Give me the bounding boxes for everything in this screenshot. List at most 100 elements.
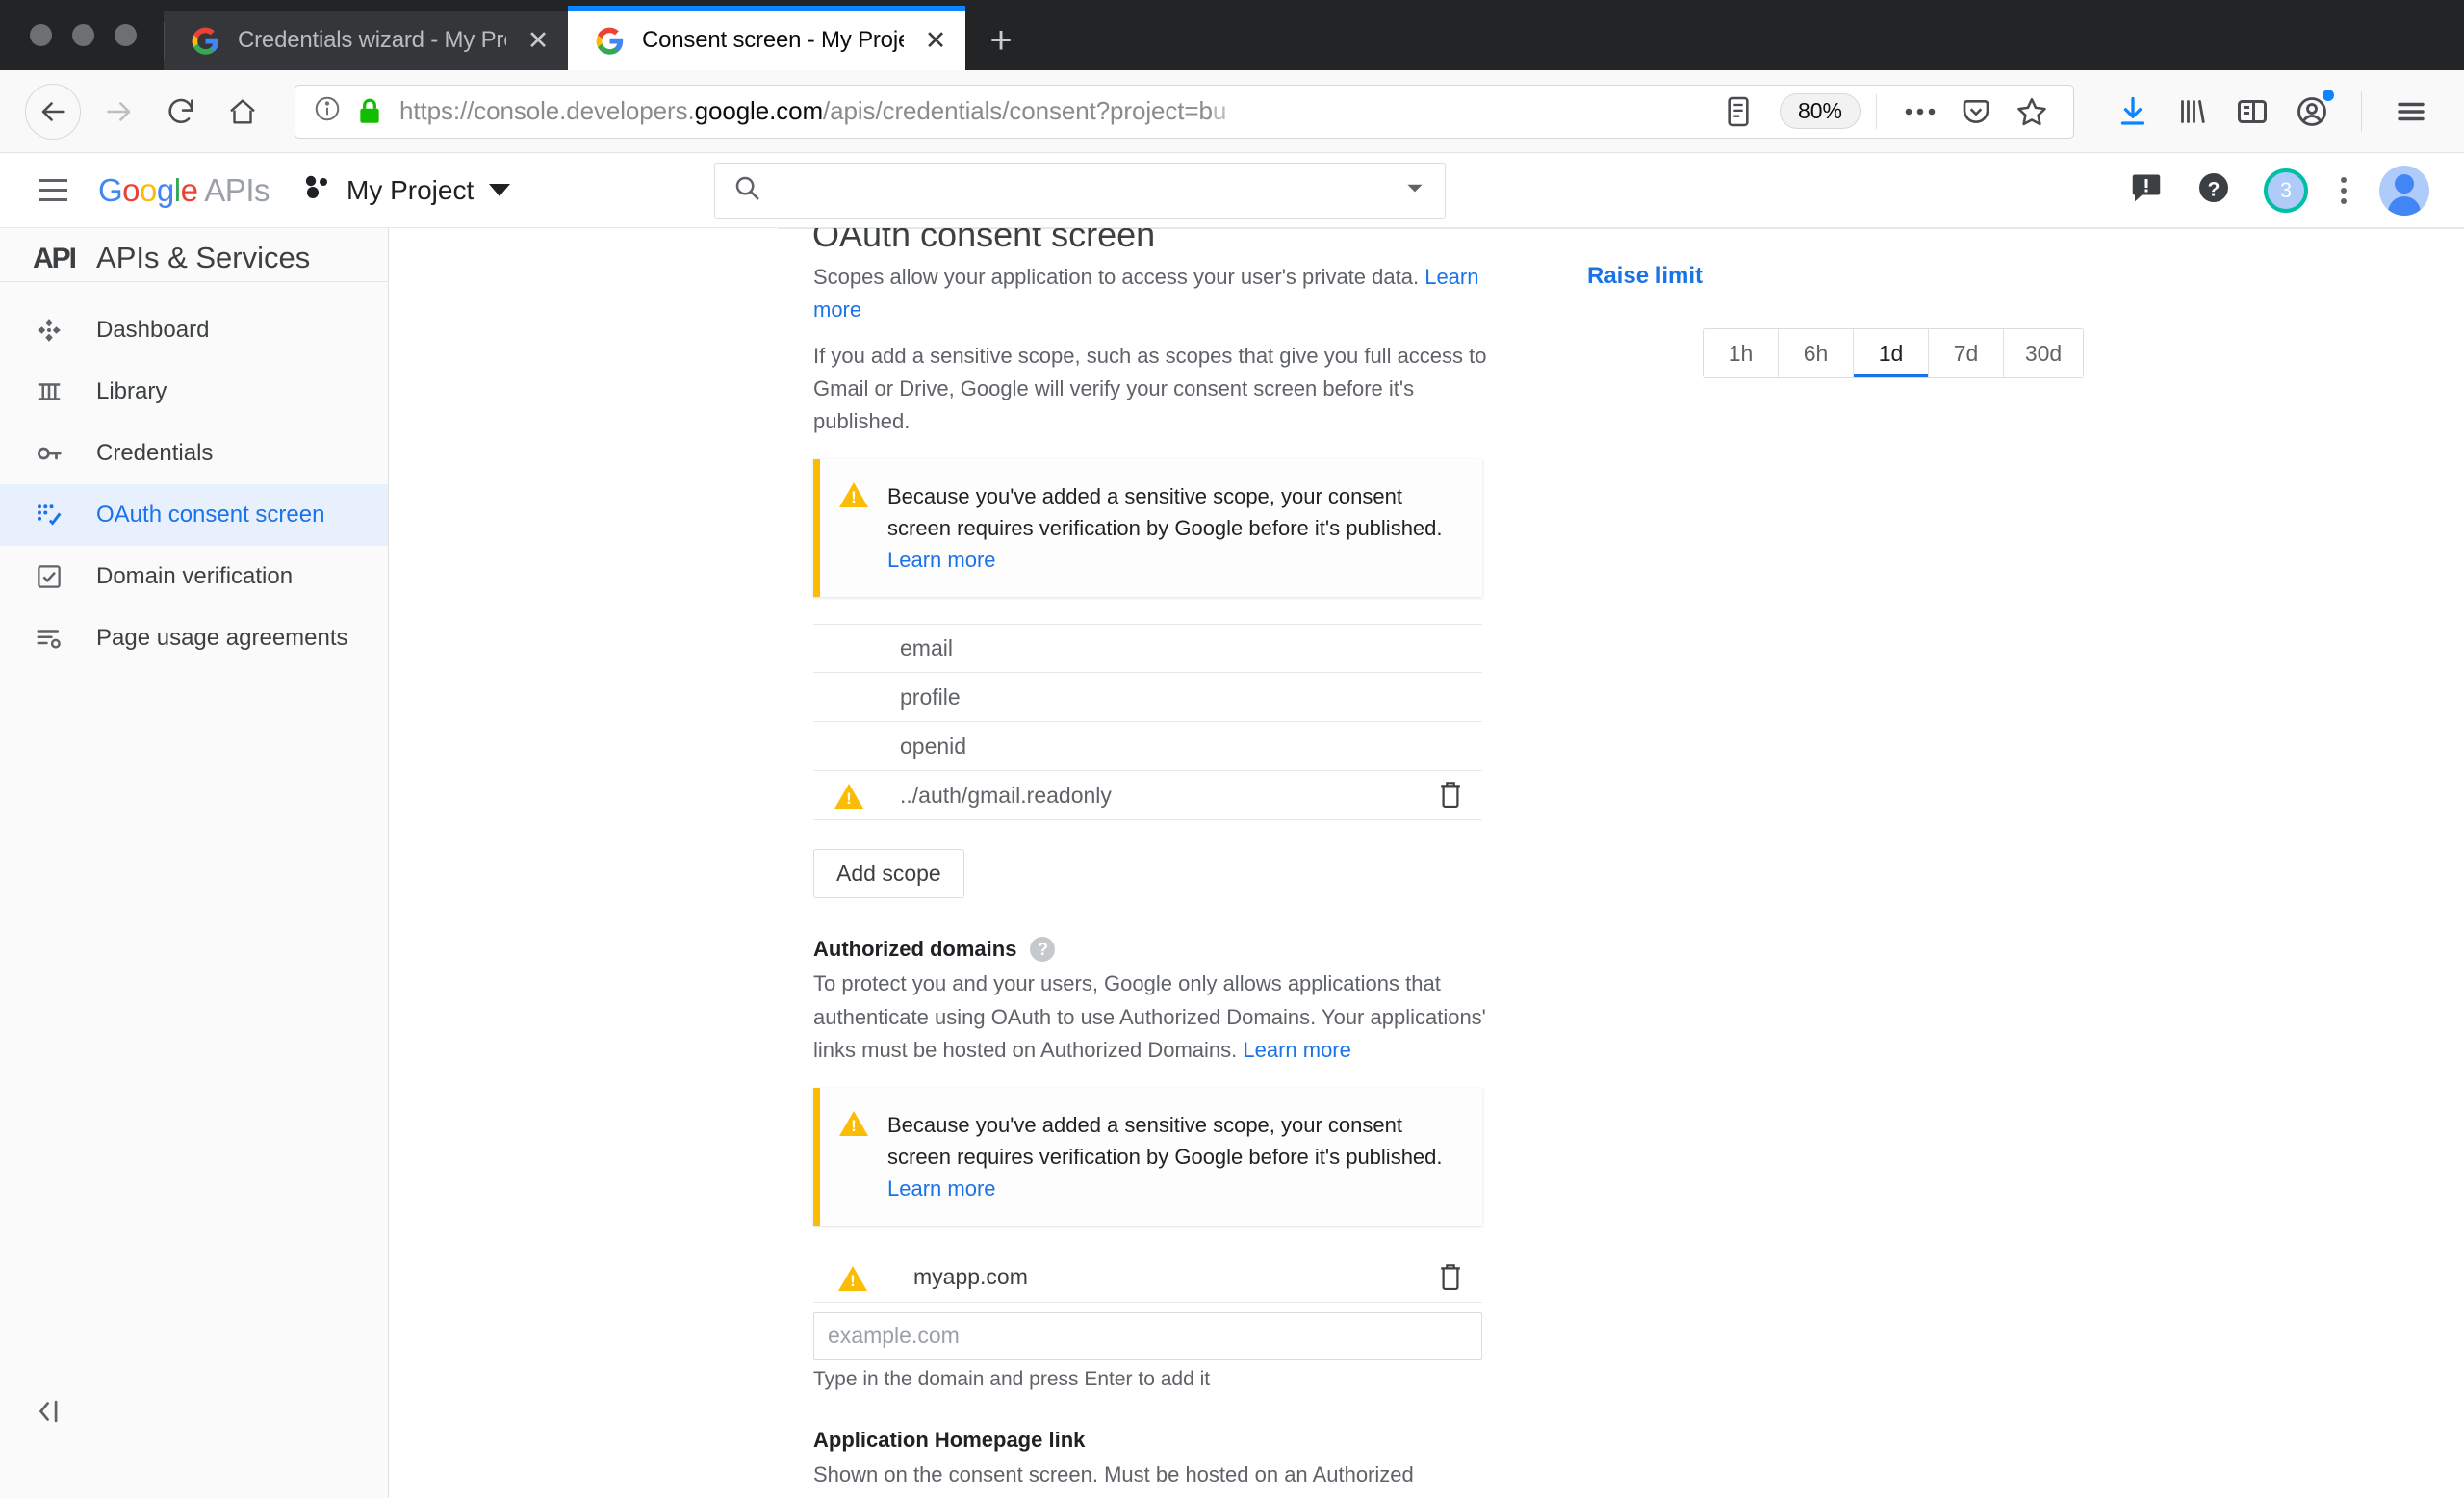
field-label: Application Homepage link (813, 1427, 1086, 1452)
time-range-1d[interactable]: 1d (1854, 329, 1929, 377)
scopes-table: email profile openid ../auth/gm (813, 624, 1482, 821)
notifications-badge[interactable]: 3 (2264, 168, 2308, 213)
forward-arrow-icon[interactable] (89, 81, 150, 142)
page-title: OAuth consent screen (812, 228, 1156, 254)
window-controls (0, 0, 164, 70)
help-icon[interactable]: ? (2196, 170, 2231, 210)
time-range-7d[interactable]: 7d (1929, 329, 2004, 377)
sidebar-item-label: Credentials (96, 440, 214, 466)
main-content: OAuth consent screen Scopes allow your a… (389, 228, 2464, 1498)
authorized-domains-section: Authorized domains ? To protect you and … (813, 937, 1487, 1390)
time-range-30d[interactable]: 30d (2004, 329, 2083, 377)
learn-more-link[interactable]: Learn more (1243, 1038, 1351, 1062)
page-info-icon[interactable] (313, 94, 342, 128)
scopes-description-1: Scopes allow your application to access … (813, 261, 1487, 326)
table-row[interactable]: email (813, 624, 1482, 674)
svg-text:?: ? (2208, 178, 2220, 200)
raise-limit-link[interactable]: Raise limit (1587, 263, 1703, 290)
table-row[interactable]: myapp.com (813, 1252, 1482, 1303)
sidebar-section-header: API APIs & Services (0, 228, 388, 282)
table-row[interactable]: ../auth/gmail.readonly (813, 771, 1482, 821)
lock-icon (357, 97, 382, 126)
sidebar-item-label: Domain verification (96, 563, 294, 589)
project-icon (302, 175, 331, 205)
account-notification-dot (2323, 89, 2334, 101)
sidebar-item-dashboard[interactable]: Dashboard (0, 299, 388, 361)
more-options-icon[interactable] (2341, 176, 2347, 204)
delete-icon[interactable] (1436, 1261, 1465, 1294)
description-text: To protect you and your users, Google on… (813, 971, 1486, 1062)
bookmark-star-icon[interactable] (2004, 84, 2060, 140)
url-text[interactable]: https://console.developers.google.com/ap… (399, 96, 1710, 126)
learn-more-link[interactable]: Learn more (887, 1176, 996, 1201)
window-maximize-button[interactable] (115, 24, 137, 46)
downloads-icon[interactable] (2105, 84, 2161, 140)
sidebar-item-domain-verification[interactable]: Domain verification (0, 546, 388, 607)
api-icon: API (33, 243, 77, 274)
learn-more-link[interactable]: Learn more (887, 548, 996, 572)
warning-triangle-icon (834, 784, 863, 810)
scopes-description-2: If you add a sensitive scope, such as sc… (813, 344, 1487, 434)
scopes-description-text: Scopes allow your application to access … (813, 265, 1425, 289)
back-arrow-icon[interactable] (25, 83, 81, 140)
table-row[interactable]: profile (813, 673, 1482, 723)
sensitive-scope-warning-banner: Because you've added a sensitive scope, … (813, 459, 1482, 598)
sidebar-section-title: APIs & Services (96, 241, 311, 274)
window-close-button[interactable] (30, 24, 52, 46)
divider (2361, 90, 2362, 132)
sidebar-item-library[interactable]: Library (0, 361, 388, 423)
new-tab-button[interactable]: + (965, 11, 1037, 70)
search-input[interactable] (777, 175, 1403, 205)
sidebar-toggle-icon[interactable] (2224, 84, 2280, 140)
checkbox-icon (33, 560, 65, 593)
agreements-icon (33, 622, 65, 655)
browser-tab-consent-screen[interactable]: Consent screen - My Project - ✕ (568, 6, 965, 70)
help-question-icon[interactable]: ? (1030, 937, 1056, 963)
home-icon[interactable] (212, 81, 273, 142)
delete-icon[interactable] (1436, 779, 1465, 812)
library-icon (33, 375, 65, 408)
search-bar[interactable] (714, 162, 1447, 219)
section-title: Authorized domains (813, 937, 1017, 962)
warning-triangle-icon (839, 482, 868, 508)
sidebar-item-credentials[interactable]: Credentials (0, 423, 388, 484)
sidebar-item-page-usage-agreements[interactable]: Page usage agreements (0, 607, 388, 669)
search-dropdown-icon[interactable] (1402, 175, 1427, 205)
app-menu-icon[interactable] (2383, 84, 2439, 140)
library-icon[interactable] (2165, 84, 2220, 140)
google-apis-header: Google APIs My Project ? 3 (0, 153, 2464, 228)
window-minimize-button[interactable] (72, 24, 94, 46)
close-icon[interactable]: ✕ (524, 27, 552, 54)
search-icon (732, 173, 761, 207)
scope-name: openid (900, 733, 967, 759)
browser-navigation-bar: https://console.developers.google.com/ap… (0, 70, 2464, 153)
firefox-account-icon[interactable] (2284, 84, 2340, 140)
reader-view-icon[interactable] (1710, 84, 1766, 140)
add-scope-button[interactable]: Add scope (813, 849, 964, 899)
table-row[interactable]: openid (813, 722, 1482, 772)
avatar[interactable] (2379, 165, 2429, 216)
reload-icon[interactable] (150, 81, 212, 142)
project-selector[interactable]: My Project (302, 174, 511, 206)
pocket-icon[interactable] (1948, 84, 2004, 140)
time-range-1h[interactable]: 1h (1704, 329, 1779, 377)
browser-window: Credentials wizard - My Project ✕ Consen… (0, 0, 2464, 1498)
zoom-level-badge[interactable]: 80% (1779, 93, 1861, 129)
feedback-icon[interactable] (2129, 170, 2164, 210)
google-apis-logo[interactable]: Google APIs (98, 172, 270, 209)
authorized-domain-input[interactable] (813, 1311, 1482, 1360)
sidebar-item-oauth-consent-screen[interactable]: OAuth consent screen (0, 484, 388, 546)
chevron-down-icon[interactable] (489, 184, 511, 196)
warning-triangle-icon (838, 1265, 867, 1291)
page-actions-more-icon[interactable] (1892, 84, 1948, 140)
tab-title: Credentials wizard - My Project (238, 27, 506, 53)
close-icon[interactable]: ✕ (921, 27, 950, 54)
menu-hamburger-icon[interactable] (23, 161, 83, 220)
browser-tab-credentials-wizard[interactable]: Credentials wizard - My Project ✕ (164, 11, 568, 70)
url-bar[interactable]: https://console.developers.google.com/ap… (295, 84, 2074, 140)
project-name: My Project (346, 174, 475, 205)
time-range-6h[interactable]: 6h (1779, 329, 1854, 377)
collapse-panel-icon[interactable] (33, 1397, 65, 1431)
logo-letter: o (122, 171, 141, 208)
logo-letter: G (98, 171, 123, 208)
